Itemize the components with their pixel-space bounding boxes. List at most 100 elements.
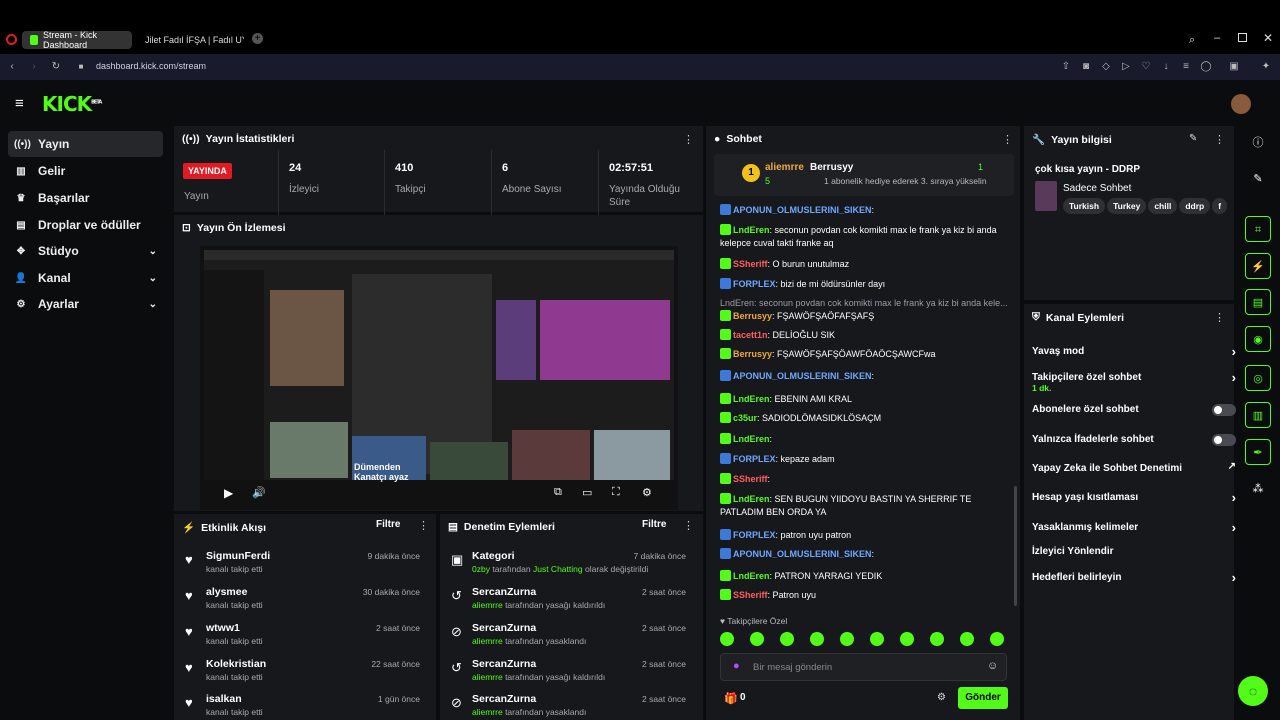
tag[interactable]: chill — [1148, 198, 1178, 214]
channel-action-item[interactable]: Hedefleri belirleyin › — [1032, 570, 1236, 585]
menu-list-icon[interactable]: ≡ — [1180, 61, 1192, 73]
sidebar-item-studyo[interactable]: ✥ Stüdyo ⌄ — [8, 238, 163, 264]
sidebar-item-kanal[interactable]: 👤 Kanal ⌄ — [8, 265, 163, 291]
emote-icon[interactable] — [840, 632, 854, 646]
send-button[interactable]: Gönder — [958, 687, 1008, 709]
category-thumbnail[interactable] — [1035, 181, 1057, 211]
emote-icon[interactable] — [960, 632, 974, 646]
kebab-menu-icon[interactable]: ⋮ — [683, 133, 694, 146]
chat-icon[interactable]: ◉ — [1245, 326, 1271, 352]
minimize-icon[interactable]: – — [1214, 32, 1220, 44]
theater-icon[interactable]: ▭ — [582, 486, 592, 499]
shield-icon[interactable]: ◇ — [1100, 61, 1112, 73]
action-name[interactable]: SercanZurna — [472, 586, 536, 598]
category-name[interactable]: Sadece Sohbet — [1063, 183, 1131, 194]
heart-icon[interactable]: ♡ — [1140, 61, 1152, 73]
sidebar-item-yayin[interactable]: ((•)) Yayın — [8, 131, 163, 157]
settings-icon[interactable]: ⚙ — [642, 486, 652, 499]
tag[interactable]: f — [1212, 198, 1228, 214]
filter-button[interactable]: Filtre — [376, 519, 400, 530]
info-icon[interactable]: ⓘ — [1245, 130, 1271, 156]
tab-search-icon[interactable]: ⌕ — [1189, 34, 1195, 47]
chat-username[interactable]: APONUN_OLMUSLERINI_SIKEN — [733, 205, 872, 215]
action-name[interactable]: SercanZurna — [472, 622, 536, 634]
edit-icon[interactable]: ✎ — [1245, 166, 1271, 192]
filter-button[interactable]: Filtre — [642, 519, 666, 530]
emote-icon[interactable] — [780, 632, 794, 646]
kebab-menu-icon[interactable]: ⋮ — [683, 519, 694, 532]
chat-username[interactable]: SSheriff — [733, 474, 768, 484]
tag[interactable]: ddrp — [1179, 198, 1211, 214]
channel-action-item[interactable]: Yalnızca İfadelerle sohbet — [1032, 434, 1236, 446]
gear-icon[interactable]: ⚙ — [937, 692, 946, 703]
chat-username[interactable]: LndEren — [733, 571, 770, 581]
kebab-menu-icon[interactable]: ⋮ — [1214, 133, 1225, 146]
sidebar-item-ayarlar[interactable]: ⚙ Ayarlar ⌄ — [8, 291, 163, 317]
sidebar-item-basarilar[interactable]: ♛ Başarılar — [8, 185, 163, 211]
chat-username[interactable]: tacett1n — [733, 330, 768, 340]
chat-username[interactable]: LndEren — [733, 434, 770, 444]
stream-preview[interactable]: Dümenden Kanatçı ayaz ▶ 🔊 ⧉ ▭ ⛶ ⚙ — [200, 246, 678, 510]
channel-action-item[interactable]: Yapay Zeka ile Sohbet Denetimi ↗ — [1032, 461, 1236, 474]
emote-icon[interactable] — [930, 632, 944, 646]
chat-username[interactable]: APONUN_OLMUSLERINI_SIKEN — [733, 371, 872, 381]
chat-username[interactable]: c35ur — [733, 413, 757, 423]
opera-logo-icon[interactable] — [6, 34, 17, 45]
action-name[interactable]: SercanZurna — [472, 658, 536, 670]
tab-youtube[interactable]: Jilet Fadıl İFŞA | Fadıl UYU — [132, 31, 244, 49]
tab-kick-dashboard[interactable]: Stream - Kick Dashboard — [22, 30, 132, 50]
box-icon[interactable]: ▣ — [1228, 61, 1240, 73]
play-icon[interactable]: ▶ — [224, 486, 233, 500]
follower-name[interactable]: alysmee — [206, 586, 247, 598]
new-tab-icon[interactable]: + — [252, 33, 263, 44]
kick-logo[interactable]: KICKBETA — [42, 92, 102, 116]
forward-icon[interactable]: › — [28, 61, 40, 73]
pip-icon[interactable]: ⧉ — [554, 486, 562, 499]
emote-icon[interactable] — [810, 632, 824, 646]
toggle-switch[interactable] — [1212, 434, 1236, 446]
profile-icon[interactable]: ◯ — [1200, 61, 1212, 73]
play-icon[interactable]: ▷ — [1120, 61, 1132, 73]
follower-name[interactable]: wtww1 — [206, 622, 240, 634]
lightning-icon[interactable]: ⚡ — [1245, 253, 1271, 279]
chat-username[interactable]: LndEren — [733, 225, 770, 235]
channel-action-item[interactable]: İzleyici Yönlendir — [1032, 546, 1230, 557]
chat-username[interactable]: SSheriff — [733, 259, 768, 269]
wrench-icon[interactable]: ✒ — [1245, 439, 1271, 465]
chat-username[interactable]: FORPLEX — [733, 454, 776, 464]
channel-action-item[interactable]: Abonelere özel sohbet — [1032, 404, 1236, 416]
chat-username[interactable]: Berrusyy — [733, 311, 772, 321]
fullscreen-icon[interactable]: ⛶ — [612, 486, 620, 499]
tag[interactable]: Turkish — [1063, 198, 1106, 214]
emote-icon[interactable] — [870, 632, 884, 646]
pinned-leaderboard[interactable]: 1 aliemrre 5 Berrusyy 1 1 abonelik hediy… — [714, 154, 1014, 196]
sidebar-item-gelir[interactable]: ▥ Gelir — [8, 158, 163, 184]
download-icon[interactable]: ↓ — [1160, 61, 1172, 73]
chat-username[interactable]: LndEren — [733, 494, 770, 504]
emote-icon[interactable] — [750, 632, 764, 646]
support-icon[interactable]: ◌ — [1238, 676, 1268, 706]
layout-icon[interactable]: ▥ — [1245, 402, 1271, 428]
kebab-menu-icon[interactable]: ⋮ — [418, 519, 429, 532]
chat-username[interactable]: LndEren — [733, 394, 770, 404]
kebab-menu-icon[interactable]: ⋮ — [1214, 311, 1225, 324]
chat-username[interactable]: SSheriff — [733, 590, 768, 600]
hamburger-icon[interactable]: ≡ — [15, 95, 24, 112]
gift-icon[interactable]: 🎁 — [724, 692, 738, 705]
follower-name[interactable]: SigmunFerdi — [206, 550, 270, 562]
ai-icon[interactable]: ✦ — [1256, 61, 1276, 73]
mic-icon[interactable]: ● — [733, 660, 740, 672]
url-field[interactable]: dashboard.kick.com/stream — [96, 61, 206, 71]
broadcast-icon[interactable]: ◎ — [1245, 365, 1271, 391]
volume-icon[interactable]: 🔊 — [252, 486, 266, 499]
emote-icon[interactable] — [720, 632, 734, 646]
kebab-menu-icon[interactable]: ⋮ — [1002, 133, 1013, 146]
emote-icon[interactable] — [900, 632, 914, 646]
tag[interactable]: Turkey — [1107, 198, 1147, 214]
action-name[interactable]: SercanZurna — [472, 693, 536, 705]
emote-icon[interactable] — [990, 632, 1004, 646]
back-icon[interactable]: ‹ — [6, 61, 18, 73]
reload-icon[interactable]: ↻ — [50, 61, 62, 73]
emoji-icon[interactable]: ☺ — [987, 660, 998, 672]
chat-username[interactable]: APONUN_OLMUSLERINI_SIKEN — [733, 549, 872, 559]
